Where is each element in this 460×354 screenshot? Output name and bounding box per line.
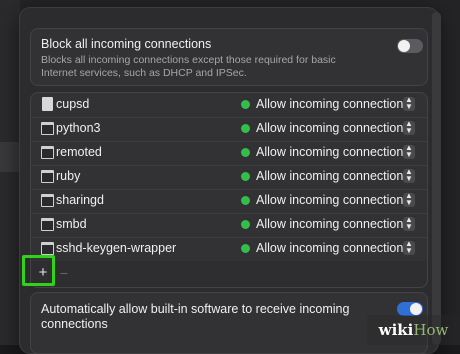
block-all-title: Block all incoming connections bbox=[41, 37, 212, 51]
status-dot-icon bbox=[241, 244, 250, 253]
connection-policy-select[interactable]: Allow incoming connections bbox=[256, 193, 410, 207]
connection-policy-select[interactable]: Allow incoming connections bbox=[256, 145, 410, 159]
status-dot-icon bbox=[241, 100, 250, 109]
wikihow-watermark: wikiHow bbox=[367, 315, 460, 345]
highlight-annotation bbox=[22, 255, 55, 286]
app-name: cupsd bbox=[56, 97, 90, 111]
terminal-app-icon bbox=[41, 194, 54, 207]
scrollbar[interactable] bbox=[432, 12, 441, 345]
app-name: smbd bbox=[56, 217, 87, 231]
status-dot-icon bbox=[241, 196, 250, 205]
document-icon bbox=[42, 97, 53, 111]
app-row[interactable]: ruby Allow incoming connections ▲ ▼ bbox=[31, 165, 427, 190]
app-name: remoted bbox=[56, 145, 102, 159]
app-row[interactable]: smbd Allow incoming connections ▲ ▼ bbox=[31, 213, 427, 238]
toggle-knob bbox=[398, 40, 410, 52]
policy-popup-chevron-icon[interactable]: ▲ ▼ bbox=[403, 216, 415, 231]
terminal-app-icon bbox=[41, 242, 54, 255]
status-dot-icon bbox=[241, 124, 250, 133]
block-all-section: Block all incoming connections Blocks al… bbox=[30, 28, 428, 86]
app-name: sshd-keygen-wrapper bbox=[56, 241, 177, 255]
remove-app-button[interactable]: − bbox=[57, 264, 71, 282]
app-name: python3 bbox=[56, 121, 101, 135]
policy-popup-chevron-icon[interactable]: ▲ ▼ bbox=[403, 240, 415, 255]
policy-popup-chevron-icon[interactable]: ▲ ▼ bbox=[403, 192, 415, 207]
status-dot-icon bbox=[241, 220, 250, 229]
list-footer: + − bbox=[31, 261, 427, 287]
policy-popup-chevron-icon[interactable]: ▲ ▼ bbox=[403, 96, 415, 111]
policy-popup-chevron-icon[interactable]: ▲ ▼ bbox=[403, 120, 415, 135]
app-name: sharingd bbox=[56, 193, 104, 207]
auto-allow-label: Automatically allow built-in software to… bbox=[41, 302, 350, 331]
auto-allow-toggle[interactable] bbox=[397, 302, 423, 316]
app-row[interactable]: sharingd Allow incoming connections ▲ ▼ bbox=[31, 189, 427, 214]
status-dot-icon bbox=[241, 148, 250, 157]
app-name: ruby bbox=[56, 169, 81, 183]
app-row[interactable]: python3 Allow incoming connections ▲ ▼ bbox=[31, 117, 427, 142]
app-list: cupsd Allow incoming connections ▲ ▼ python3… bbox=[30, 92, 428, 288]
terminal-app-icon bbox=[41, 170, 54, 183]
connection-policy-select[interactable]: Allow incoming connections bbox=[256, 121, 410, 135]
connection-policy-select[interactable]: Allow incoming connections bbox=[256, 169, 410, 183]
status-dot-icon bbox=[241, 172, 250, 181]
connection-policy-select[interactable]: Allow incoming connections bbox=[256, 217, 410, 231]
terminal-app-icon bbox=[41, 146, 54, 159]
sidebar-selected-row bbox=[0, 142, 20, 172]
policy-popup-chevron-icon[interactable]: ▲ ▼ bbox=[403, 168, 415, 183]
app-row[interactable]: sshd-keygen-wrapper Allow incoming connec… bbox=[31, 237, 427, 262]
policy-popup-chevron-icon[interactable]: ▲ ▼ bbox=[403, 144, 415, 159]
connection-policy-select[interactable]: Allow incoming connections bbox=[256, 241, 410, 255]
block-all-toggle[interactable] bbox=[397, 39, 423, 53]
background-sidebar bbox=[0, 0, 20, 345]
connection-policy-select[interactable]: Allow incoming connections bbox=[256, 97, 410, 111]
terminal-app-icon bbox=[41, 122, 54, 135]
terminal-app-icon bbox=[41, 218, 54, 231]
app-row[interactable]: cupsd Allow incoming connections ▲ ▼ bbox=[31, 93, 427, 118]
toggle-knob bbox=[410, 303, 422, 315]
app-row[interactable]: remoted Allow incoming connections ▲ ▼ bbox=[31, 141, 427, 166]
block-all-description: Blocks all incoming connections except t… bbox=[41, 54, 336, 79]
